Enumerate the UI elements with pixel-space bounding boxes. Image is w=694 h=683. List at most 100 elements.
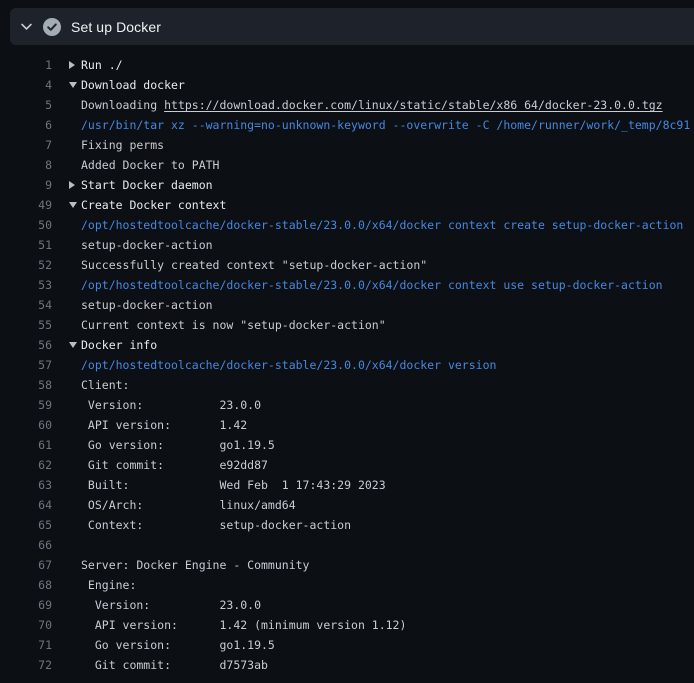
log-line: 4 Download docker [0, 75, 694, 95]
log-line: 66 [0, 535, 694, 555]
log-group-title[interactable]: Start Docker daemon [81, 175, 213, 195]
log-line: 9 Start Docker daemon [0, 175, 694, 195]
line-number[interactable]: 63 [0, 475, 52, 495]
line-number[interactable]: 56 [0, 335, 52, 355]
step-title: Set up Docker [71, 19, 161, 35]
log-text: Fixing perms [81, 135, 164, 155]
log-group-title[interactable]: Download docker [81, 75, 185, 95]
log-text: Current context is now "setup-docker-act… [81, 315, 386, 335]
line-number[interactable]: 51 [0, 235, 52, 255]
log-line: 49 Create Docker context [0, 195, 694, 215]
line-number[interactable]: 71 [0, 635, 52, 655]
line-number[interactable]: 65 [0, 515, 52, 535]
log-line: 72 Git commit: d7573ab [0, 655, 694, 675]
line-number[interactable]: 55 [0, 315, 52, 335]
log-text: Go version: go1.19.5 [81, 635, 275, 655]
log-text: Built: Wed Feb 1 17:43:29 2023 [81, 475, 386, 495]
line-number[interactable]: 61 [0, 435, 52, 455]
log-text: Successfully created context "setup-dock… [81, 255, 427, 275]
log-command-text: /usr/bin/tar xz --warning=no-unknown-key… [81, 115, 690, 135]
log-body: 1 Run ./ 4 Download docker 5 Downloading http… [0, 45, 694, 683]
line-number[interactable]: 57 [0, 355, 52, 375]
log-line: 65 Context: setup-docker-action [0, 515, 694, 535]
line-number[interactable]: 8 [0, 155, 52, 175]
log-text: setup-docker-action [81, 295, 213, 315]
log-line: 64 OS/Arch: linux/amd64 [0, 495, 694, 515]
log-line: 54 setup-docker-action [0, 295, 694, 315]
log-line: 8 Added Docker to PATH [0, 155, 694, 175]
step-header[interactable]: Set up Docker [10, 8, 694, 45]
triangle-down-icon[interactable] [69, 82, 77, 88]
log-command-text: /opt/hostedtoolcache/docker-stable/23.0.… [81, 355, 496, 375]
log-text: Version: 23.0.0 [81, 595, 261, 615]
line-number[interactable]: 53 [0, 275, 52, 295]
triangle-down-icon[interactable] [69, 342, 77, 348]
log-text: Server: Docker Engine - Community [81, 555, 309, 575]
log-line: 53/opt/hostedtoolcache/docker-stable/23.… [0, 275, 694, 295]
line-number[interactable]: 59 [0, 395, 52, 415]
line-number[interactable]: 52 [0, 255, 52, 275]
log-command-text: /opt/hostedtoolcache/docker-stable/23.0.… [81, 215, 683, 235]
triangle-down-icon[interactable] [69, 202, 77, 208]
line-number[interactable]: 69 [0, 595, 52, 615]
check-circle-icon [43, 18, 61, 36]
log-line: 51setup-docker-action [0, 235, 694, 255]
log-line: 58 Client: [0, 375, 694, 395]
log-text: Downloading https://download.docker.com/… [81, 95, 663, 115]
line-number[interactable]: 60 [0, 415, 52, 435]
log-line: 50/opt/hostedtoolcache/docker-stable/23.… [0, 215, 694, 235]
log-group-title[interactable]: Docker info [81, 335, 157, 355]
log-line: 71 Go version: go1.19.5 [0, 635, 694, 655]
log-line: 67 Server: Docker Engine - Community [0, 555, 694, 575]
line-number[interactable]: 72 [0, 655, 52, 675]
log-line: 55 Current context is now "setup-docker-a… [0, 315, 694, 335]
line-number[interactable]: 50 [0, 215, 52, 235]
log-text: Git commit: d7573ab [81, 655, 268, 675]
line-number[interactable]: 58 [0, 375, 52, 395]
log-line: 56 Docker info [0, 335, 694, 355]
log-line: 62 Git commit: e92dd87 [0, 455, 694, 475]
line-number[interactable]: 9 [0, 175, 52, 195]
line-number[interactable]: 49 [0, 195, 52, 215]
line-number[interactable]: 4 [0, 75, 52, 95]
log-line: 6/usr/bin/tar xz --warning=no-unknown-ke… [0, 115, 694, 135]
log-line: 5 Downloading https://download.docker.com… [0, 95, 694, 115]
log-group-title[interactable]: Run ./ [81, 55, 123, 75]
log-line: 52 Successfully created context "setup-do… [0, 255, 694, 275]
log-text: Context: setup-docker-action [81, 515, 351, 535]
line-number[interactable]: 68 [0, 575, 52, 595]
log-line: 70 API version: 1.42 (minimum version 1.… [0, 615, 694, 635]
line-number[interactable]: 7 [0, 135, 52, 155]
log-line: 57/opt/hostedtoolcache/docker-stable/23.… [0, 355, 694, 375]
log-text: Git commit: e92dd87 [81, 455, 268, 475]
download-url-link[interactable]: https://download.docker.com/linux/static… [164, 98, 663, 112]
triangle-right-icon[interactable] [69, 181, 75, 189]
log-command-text: /opt/hostedtoolcache/docker-stable/23.0.… [81, 275, 663, 295]
chevron-down-icon[interactable] [20, 20, 33, 33]
line-number[interactable]: 5 [0, 95, 52, 115]
log-text: Version: 23.0.0 [81, 395, 261, 415]
line-number[interactable]: 64 [0, 495, 52, 515]
log-line: 61 Go version: go1.19.5 [0, 435, 694, 455]
line-number[interactable]: 62 [0, 455, 52, 475]
log-line: 60 API version: 1.42 [0, 415, 694, 435]
log-line: 63 Built: Wed Feb 1 17:43:29 2023 [0, 475, 694, 495]
log-line: 68 Engine: [0, 575, 694, 595]
line-number[interactable]: 67 [0, 555, 52, 575]
line-number[interactable]: 54 [0, 295, 52, 315]
log-text: API version: 1.42 (minimum version 1.12) [81, 615, 406, 635]
line-number[interactable]: 66 [0, 535, 52, 555]
log-text: Added Docker to PATH [81, 155, 219, 175]
log-line: 1 Run ./ [0, 55, 694, 75]
log-line: 69 Version: 23.0.0 [0, 595, 694, 615]
log-text: API version: 1.42 [81, 415, 247, 435]
line-number[interactable]: 1 [0, 55, 52, 75]
triangle-right-icon[interactable] [69, 61, 75, 69]
line-number[interactable]: 6 [0, 115, 52, 135]
log-text: Client: [81, 375, 129, 395]
line-number[interactable]: 70 [0, 615, 52, 635]
log-text: Go version: go1.19.5 [81, 435, 275, 455]
log-group-title[interactable]: Create Docker context [81, 195, 226, 215]
log-text: OS/Arch: linux/amd64 [81, 495, 296, 515]
log-text: Engine: [81, 575, 136, 595]
